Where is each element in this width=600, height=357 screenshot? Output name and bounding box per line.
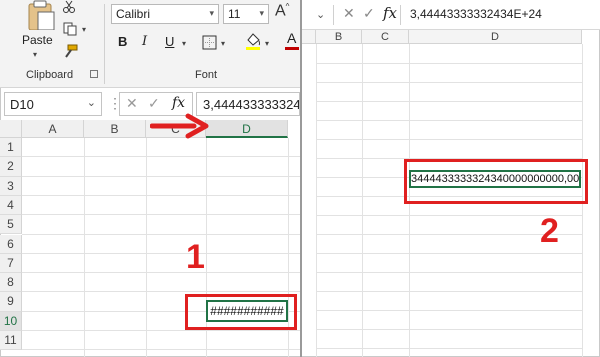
paste-chevron-down-icon[interactable]: ▾ (33, 50, 37, 59)
insert-function-button[interactable]: fx (383, 4, 397, 22)
copy-icon[interactable] (63, 22, 77, 36)
name-box-value: D10 (10, 97, 34, 112)
gridline (22, 214, 300, 216)
copy-chevron-down-icon[interactable]: ▾ (82, 25, 86, 34)
chevron-down-icon: ▾ (209, 8, 214, 18)
ribbon-home: Paste ▾ ▾ Clipboard Calibri ▾ 11 ▾ A^ B … (0, 0, 300, 88)
font-size-select[interactable]: 11 ▾ (223, 4, 269, 24)
separator (333, 5, 334, 25)
italic-button[interactable]: I (142, 34, 147, 49)
row-header-3[interactable]: 3 (0, 176, 22, 196)
gridline (316, 348, 582, 349)
gridline (22, 156, 300, 158)
cut-scissors-icon[interactable] (62, 0, 76, 14)
gridline (316, 291, 582, 292)
gridline (22, 330, 300, 331)
gridline (316, 310, 582, 311)
name-box[interactable]: D10 ⌄ (4, 92, 102, 116)
row-header-strip (302, 30, 316, 44)
paste-button[interactable] (16, 0, 60, 62)
chevron-down-icon[interactable]: ⌄ (316, 8, 325, 21)
gridline (316, 63, 582, 64)
clipboard-group-label: Clipboard (26, 69, 74, 81)
insert-function-button[interactable]: fx (172, 95, 185, 111)
formula-input[interactable]: 3,44443333332434E+24 (410, 7, 542, 21)
select-all-corner[interactable] (0, 120, 22, 138)
font-name-value: Calibri (116, 7, 151, 21)
gridline (316, 272, 582, 273)
row-header-10[interactable]: 10 (0, 311, 22, 331)
caret-up-icon: ^ (285, 2, 290, 11)
formula-input[interactable]: 3,4444333333243 (196, 92, 300, 116)
underline-chevron-down-icon[interactable]: ▾ (182, 39, 186, 48)
step-number-2: 2 (540, 212, 559, 250)
red-arrow-right-icon (150, 113, 209, 139)
separator (400, 5, 401, 25)
gridline (22, 233, 300, 235)
highlight-box-step-1 (185, 294, 297, 330)
chevron-down-icon: ▾ (259, 8, 264, 18)
gridline (22, 272, 300, 274)
enter-check-icon[interactable]: ✓ (363, 5, 375, 22)
column-header-b[interactable]: B (316, 30, 362, 44)
column-header-a[interactable]: A (22, 120, 84, 138)
chevron-down-icon: ⌄ (86, 97, 96, 109)
fill-color-swatch (246, 47, 260, 50)
cancel-x-icon[interactable]: ✕ (126, 95, 138, 112)
gridline (316, 139, 582, 140)
gridline (146, 138, 147, 357)
gridline (316, 82, 582, 83)
row-header-5[interactable]: 5 (0, 215, 22, 235)
row-header-6[interactable]: 6 (0, 234, 22, 254)
borders-icon[interactable] (202, 35, 217, 50)
gridline (316, 329, 582, 330)
row-header-9[interactable]: 9 (0, 292, 22, 312)
format-painter-icon[interactable] (62, 44, 78, 58)
font-group-label: Font (195, 69, 218, 81)
column-header-c[interactable]: C (362, 30, 409, 44)
gridline (316, 120, 582, 121)
bold-button[interactable]: B (118, 34, 127, 49)
cancel-x-icon[interactable]: ✕ (343, 5, 355, 22)
gridline (22, 252, 300, 254)
gridline (22, 291, 300, 293)
gridline (316, 253, 582, 254)
row-header-8[interactable]: 8 (0, 273, 22, 293)
row-header-1[interactable]: 1 (0, 138, 22, 158)
highlight-box-step-2 (404, 159, 588, 204)
row-header-7[interactable]: 7 (0, 253, 22, 274)
row-header-11[interactable]: 11 (0, 331, 22, 351)
step-number-1: 1 (186, 238, 205, 276)
fill-color-bucket-icon[interactable] (245, 32, 261, 47)
gridline (22, 175, 300, 177)
font-size-value: 11 (228, 7, 241, 21)
column-header-d[interactable]: D (206, 120, 288, 138)
column-header-d[interactable]: D (409, 30, 582, 44)
row-header-2[interactable]: 2 (0, 157, 22, 177)
group-separator (104, 4, 105, 84)
gridline (22, 194, 300, 196)
gridline (84, 138, 85, 357)
fill-color-chevron-down-icon[interactable]: ▾ (265, 39, 269, 48)
clipboard-dialog-launcher-icon[interactable] (90, 70, 98, 78)
row-header-4[interactable]: 4 (0, 195, 22, 216)
font-color-button[interactable]: A (287, 30, 296, 46)
gridline (22, 349, 300, 351)
gridline (316, 101, 582, 102)
font-name-select[interactable]: Calibri ▾ (111, 4, 219, 24)
increase-font-size-button[interactable]: A^ (275, 2, 289, 20)
column-header-b[interactable]: B (84, 120, 146, 138)
underline-button[interactable]: U (165, 34, 174, 49)
clipboard-paste-icon (28, 0, 55, 30)
enter-check-icon[interactable]: ✓ (148, 95, 160, 112)
font-color-swatch (285, 47, 299, 50)
borders-chevron-down-icon[interactable]: ▾ (221, 39, 225, 48)
increase-font-size-glyph: A (275, 2, 286, 20)
paste-label: Paste (22, 33, 53, 47)
